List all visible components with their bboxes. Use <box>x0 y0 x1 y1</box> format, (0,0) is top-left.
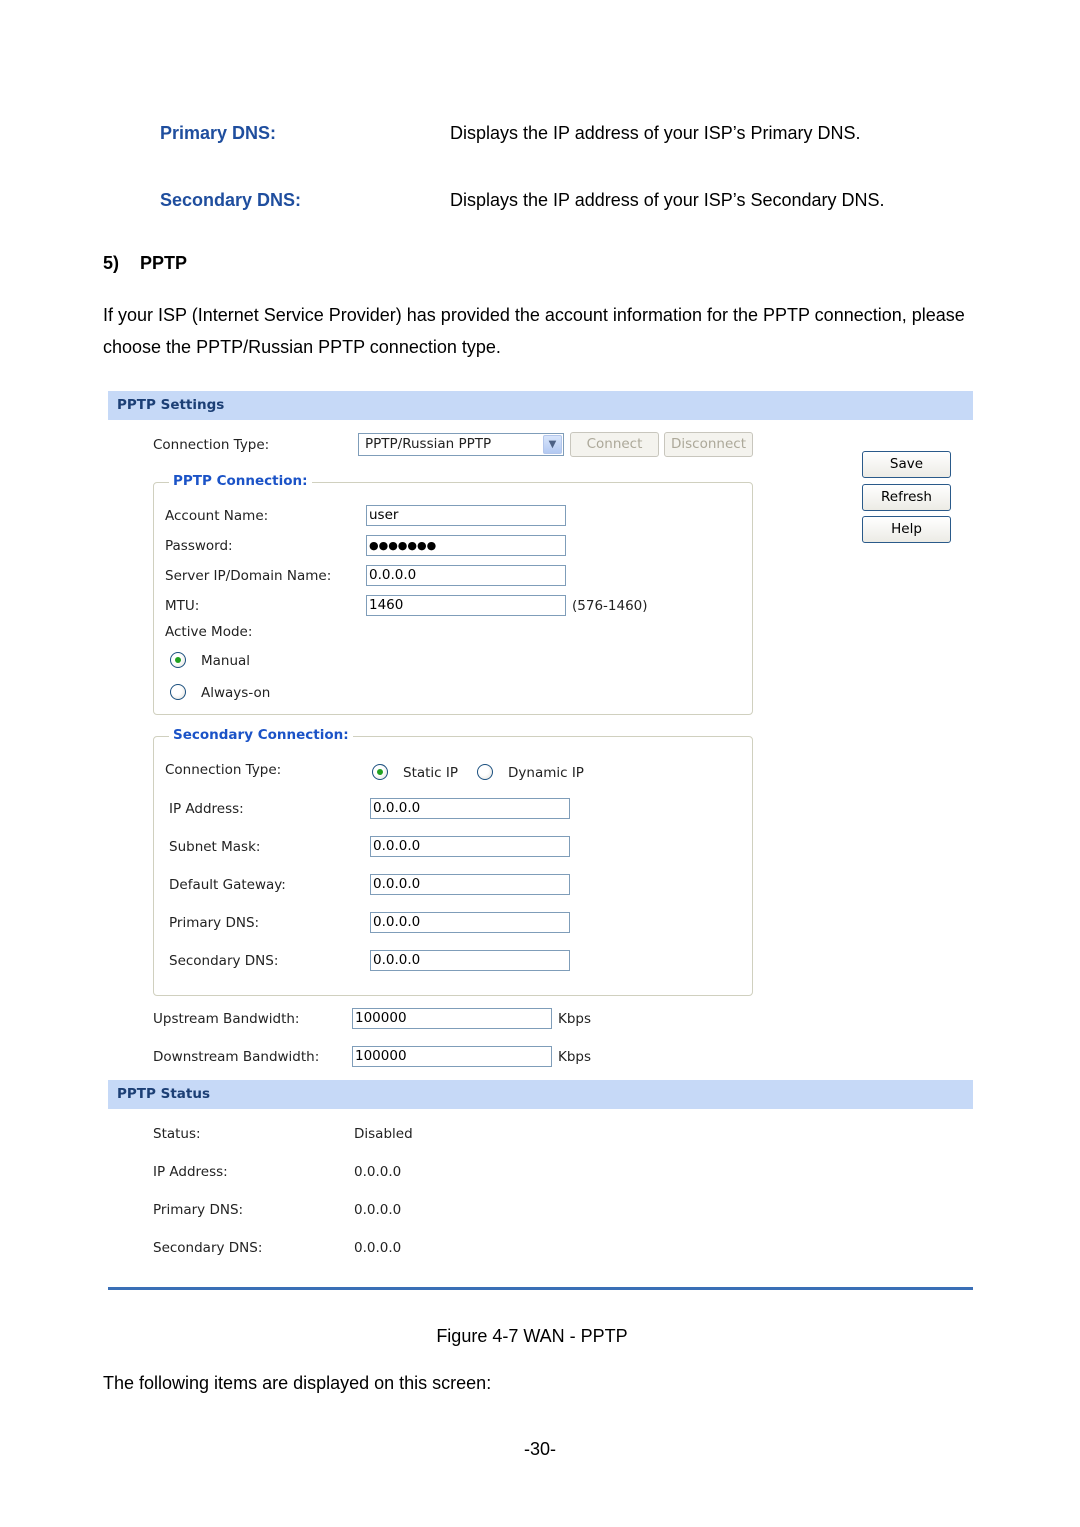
downstream-bandwidth-label: Downstream Bandwidth: <box>153 1049 320 1065</box>
status-header: PPTP Status <box>117 1086 210 1102</box>
status-label: Primary DNS: <box>153 1202 244 1218</box>
figure-bottom-rule <box>108 1287 973 1290</box>
password-input[interactable]: ●●●●●●● <box>366 535 566 556</box>
upstream-bandwidth-unit: Kbps <box>558 1011 592 1027</box>
status-value: 0.0.0.0 <box>354 1202 402 1218</box>
dynamic-ip-label: Dynamic IP <box>508 765 584 781</box>
downstream-bandwidth-input[interactable]: 100000 <box>352 1046 552 1067</box>
status-header-bar: PPTP Status <box>108 1080 973 1109</box>
status-label: IP Address: <box>153 1164 228 1180</box>
status-label: Status: <box>153 1126 201 1142</box>
connection-type-select[interactable]: PPTP/Russian PPTP ▼ <box>358 433 564 456</box>
connect-button[interactable]: Connect <box>570 432 659 457</box>
account-name-label: Account Name: <box>165 508 269 524</box>
definition-desc-primary-dns: Displays the IP address of your ISP’s Pr… <box>450 123 861 143</box>
status-value: 0.0.0.0 <box>354 1164 402 1180</box>
secondary-primary-dns-input[interactable]: 0.0.0.0 <box>370 912 570 933</box>
secondary-subnet-mask-input[interactable]: 0.0.0.0 <box>370 836 570 857</box>
upstream-bandwidth-input[interactable]: 100000 <box>352 1008 552 1029</box>
always-on-label: Always-on <box>201 685 271 701</box>
status-value: 0.0.0.0 <box>354 1240 402 1256</box>
page-number: -30- <box>523 1439 556 1459</box>
account-name-input[interactable]: user <box>366 505 566 526</box>
section-intro: If your ISP (Internet Service Provider) … <box>103 305 965 357</box>
secondary-secondary-dns-input[interactable]: 0.0.0.0 <box>370 950 570 971</box>
dynamic-ip-radio[interactable] <box>477 764 493 780</box>
status-label: Secondary DNS: <box>153 1240 263 1256</box>
downstream-bandwidth-unit: Kbps <box>558 1049 592 1065</box>
connection-type-label: Connection Type: <box>153 437 270 453</box>
refresh-button[interactable]: Refresh <box>862 484 951 511</box>
help-button[interactable]: Help <box>862 516 951 543</box>
mtu-label: MTU: <box>165 598 200 614</box>
manual-radio[interactable] <box>170 652 186 668</box>
chevron-down-icon[interactable]: ▼ <box>543 435 562 454</box>
mtu-input[interactable]: 1460 <box>366 595 566 616</box>
status-value: Disabled <box>354 1126 413 1142</box>
secondary-connection-type-label: Connection Type: <box>165 762 282 778</box>
static-ip-label: Static IP <box>403 765 459 781</box>
following-text: The following items are displayed on thi… <box>103 1373 492 1393</box>
definition-desc-secondary-dns: Displays the IP address of your ISP’s Se… <box>450 190 885 210</box>
section-number: 5) <box>103 253 120 273</box>
server-label: Server IP/Domain Name: <box>165 568 332 584</box>
section-heading: 5) PPTP <box>103 253 187 274</box>
secondary-default-gateway-input[interactable]: 0.0.0.0 <box>370 874 570 895</box>
secondary-field-label: Secondary DNS: <box>169 953 279 969</box>
settings-header-bar: PPTP Settings <box>108 391 973 420</box>
section-title: PPTP <box>140 253 188 273</box>
static-ip-radio[interactable] <box>372 764 388 780</box>
active-mode-label: Active Mode: <box>165 624 253 640</box>
upstream-bandwidth-label: Upstream Bandwidth: <box>153 1011 300 1027</box>
secondary-field-label: Subnet Mask: <box>169 839 261 855</box>
settings-header: PPTP Settings <box>117 397 225 413</box>
secondary-field-label: Default Gateway: <box>169 877 286 893</box>
definition-term-secondary-dns: Secondary DNS: <box>160 190 302 210</box>
secondary-field-label: IP Address: <box>169 801 244 817</box>
secondary-ip-address-input[interactable]: 0.0.0.0 <box>370 798 570 819</box>
mtu-range: (576-1460) <box>572 598 648 614</box>
figure-caption: Figure 4-7 WAN - PPTP <box>436 1326 628 1346</box>
server-input[interactable]: 0.0.0.0 <box>366 565 566 586</box>
secondary-field-label: Primary DNS: <box>169 915 260 931</box>
always-on-radio[interactable] <box>170 684 186 700</box>
manual-label: Manual <box>201 653 251 669</box>
disconnect-button[interactable]: Disconnect <box>664 432 753 457</box>
save-button[interactable]: Save <box>862 451 951 478</box>
pptp-connection-legend: PPTP Connection: <box>169 473 312 489</box>
password-label: Password: <box>165 538 233 554</box>
definition-term-primary-dns: Primary DNS: <box>160 123 277 143</box>
connection-type-value: PPTP/Russian PPTP <box>365 436 492 452</box>
secondary-connection-legend: Secondary Connection: <box>169 727 353 743</box>
